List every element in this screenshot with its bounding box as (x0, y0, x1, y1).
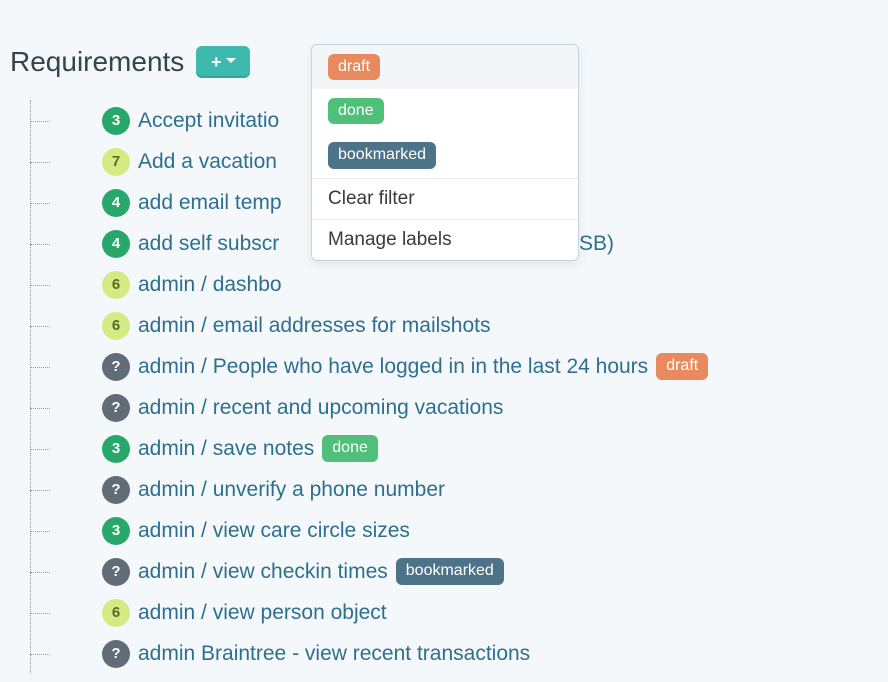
requirement-link[interactable]: admin / view person object (138, 601, 387, 625)
requirement-link[interactable]: add email temp (138, 191, 282, 215)
score-badge: 4 (102, 189, 130, 217)
page-title: Requirements (10, 46, 184, 78)
requirement-link-suffix[interactable]: SB) (579, 232, 614, 256)
tree-branch-icon (30, 551, 58, 592)
score-badge: 4 (102, 230, 130, 258)
requirement-link[interactable]: admin / dashbo (138, 273, 282, 297)
chevron-down-icon (226, 58, 236, 68)
score-badge: 3 (102, 107, 130, 135)
tag-draft: draft (656, 353, 708, 379)
requirement-link[interactable]: admin Braintree - view recent transactio… (138, 642, 530, 666)
tree-branch-icon (30, 141, 58, 182)
score-badge: 3 (102, 435, 130, 463)
tree-branch-icon (30, 264, 58, 305)
tree-row: 6 admin / dashbo (30, 264, 888, 305)
clear-filter-option[interactable]: Clear filter (312, 179, 578, 219)
score-badge: 6 (102, 312, 130, 340)
score-badge: 3 (102, 517, 130, 545)
tree-branch-icon (30, 346, 58, 387)
tree-branch-icon (30, 223, 58, 264)
requirement-link[interactable]: admin / unverify a phone number (138, 478, 445, 502)
tag-bookmarked: bookmarked (328, 142, 436, 168)
tree-row: 3 admin / view care circle sizes (30, 510, 888, 551)
tag-done: done (328, 98, 384, 124)
tree-row: ? admin / recent and upcoming vacations (30, 387, 888, 428)
requirement-link[interactable]: admin / save notes (138, 437, 314, 461)
requirement-link[interactable]: admin / email addresses for mailshots (138, 314, 490, 338)
tree-branch-icon (30, 633, 58, 674)
filter-option-draft[interactable]: draft (312, 45, 578, 89)
tree-branch-icon (30, 100, 58, 141)
tree-branch-icon (30, 592, 58, 633)
label-filter-dropdown: draft done bookmarked Clear filter Manag… (311, 44, 579, 261)
score-badge: 6 (102, 599, 130, 627)
score-badge: ? (102, 394, 130, 422)
manage-labels-option[interactable]: Manage labels (312, 220, 578, 260)
score-badge: ? (102, 640, 130, 668)
tree-branch-icon (30, 428, 58, 469)
score-badge: ? (102, 476, 130, 504)
tag-draft: draft (328, 54, 380, 80)
tag-bookmarked: bookmarked (396, 558, 504, 584)
tree-branch-icon (30, 387, 58, 428)
requirement-link[interactable]: Add a vacation (138, 150, 277, 174)
requirement-link[interactable]: admin / view care circle sizes (138, 519, 410, 543)
tree-branch-icon (30, 305, 58, 346)
tree-row: 3 admin / save notes done (30, 428, 888, 469)
requirement-link[interactable]: admin / view checkin times (138, 560, 388, 584)
requirement-link[interactable]: add self subscr (138, 232, 279, 256)
score-badge: 6 (102, 271, 130, 299)
score-badge: ? (102, 558, 130, 586)
score-badge: 7 (102, 148, 130, 176)
tree-row: ? admin Braintree - view recent transacti… (30, 633, 888, 674)
filter-option-bookmarked[interactable]: bookmarked (312, 133, 578, 177)
tag-done: done (322, 435, 378, 461)
tree-row: ? admin / People who have logged in in th… (30, 346, 888, 387)
requirement-link[interactable]: admin / People who have logged in in the… (138, 355, 648, 379)
filter-option-done[interactable]: done (312, 89, 578, 133)
requirement-link[interactable]: admin / recent and upcoming vacations (138, 396, 503, 420)
tree-branch-icon (30, 182, 58, 223)
tree-branch-icon (30, 469, 58, 510)
requirement-link[interactable]: Accept invitatio (138, 109, 279, 133)
add-requirement-button[interactable]: + (196, 46, 250, 78)
tree-row: ? admin / view checkin times bookmarked (30, 551, 888, 592)
score-badge: ? (102, 353, 130, 381)
tree-row: 6 admin / email addresses for mailshots (30, 305, 888, 346)
tree-row: ? admin / unverify a phone number (30, 469, 888, 510)
plus-icon: + (211, 52, 222, 73)
tree-branch-icon (30, 510, 58, 551)
tree-row: 6 admin / view person object (30, 592, 888, 633)
